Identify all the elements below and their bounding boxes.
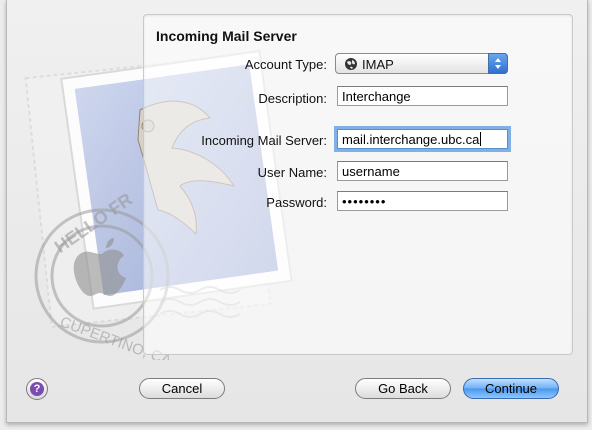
account-type-select[interactable]: IMAP (335, 53, 508, 74)
help-icon: ? (30, 382, 44, 396)
text-cursor (480, 132, 482, 146)
incoming-server-label: Incoming Mail Server: (201, 133, 327, 148)
description-label: Description: (258, 91, 327, 106)
section-title: Incoming Mail Server (156, 28, 297, 44)
globe-icon (344, 57, 358, 74)
incoming-server-field[interactable]: mail.interchange.ubc.ca (337, 129, 508, 149)
user-name-value: username (342, 164, 400, 179)
user-name-label: User Name: (257, 165, 327, 180)
description-field[interactable]: Interchange (337, 86, 508, 106)
password-value: •••••••• (342, 194, 387, 209)
select-arrows-icon (488, 53, 508, 74)
password-label: Password: (266, 195, 327, 210)
password-field[interactable]: •••••••• (337, 191, 508, 211)
account-type-label: Account Type: (244, 57, 327, 72)
description-value: Interchange (342, 89, 411, 104)
incoming-server-value: mail.interchange.ubc.ca (342, 132, 480, 147)
account-type-value: IMAP (362, 57, 394, 72)
user-name-field[interactable]: username (337, 161, 508, 181)
continue-button[interactable]: Continue (463, 378, 559, 399)
help-button[interactable]: ? (26, 378, 48, 400)
go-back-button[interactable]: Go Back (355, 378, 451, 399)
cancel-button[interactable]: Cancel (139, 378, 225, 399)
